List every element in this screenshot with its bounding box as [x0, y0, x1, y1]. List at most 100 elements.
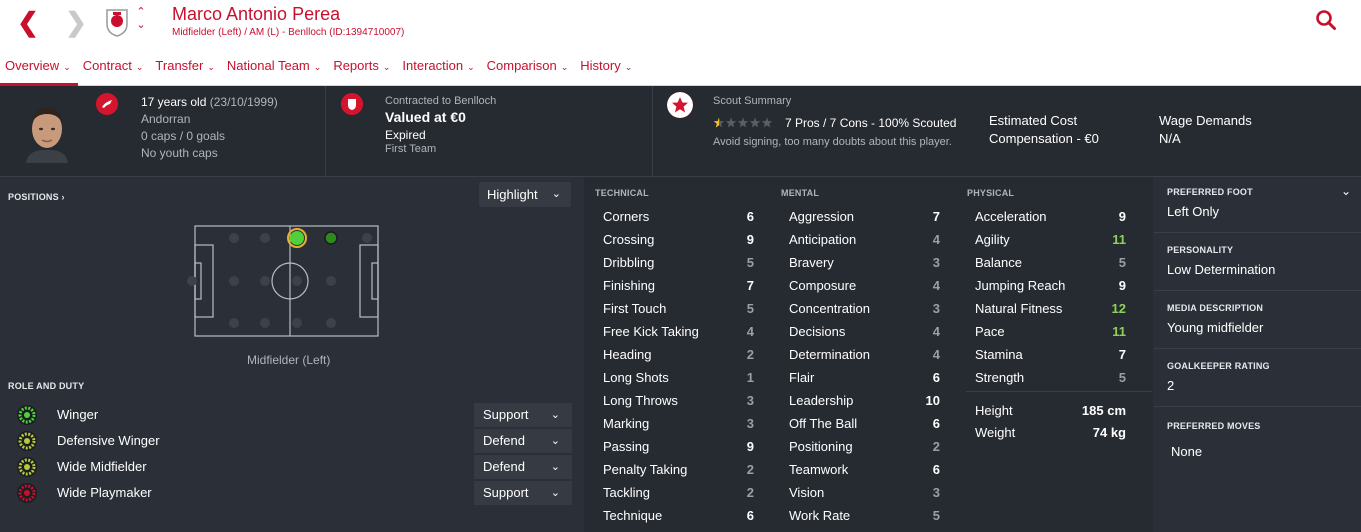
attribute-value: 6 — [932, 462, 940, 477]
attribute-row[interactable]: Acceleration 9 — [956, 205, 1134, 228]
attribute-name: Bravery — [789, 255, 834, 270]
chevron-down-icon: ⌄ — [550, 487, 560, 499]
attribute-row[interactable]: Pace 11 — [956, 320, 1134, 343]
attribute-value: 11 — [1112, 232, 1126, 247]
player-nationality[interactable]: Andorran — [141, 112, 190, 126]
attribute-name: Dribbling — [603, 255, 655, 270]
tab-transfer[interactable]: Transfer ⌄ — [150, 54, 221, 86]
tab-history[interactable]: History ⌄ — [575, 54, 639, 86]
search-icon[interactable] — [1315, 9, 1337, 31]
attribute-row[interactable]: Stamina 7 — [956, 343, 1134, 366]
chevron-down-icon: ⌄ — [207, 62, 215, 72]
positions-panel: POSITIONS › Highlight ⌄ Midfielder (Left… — [0, 177, 583, 532]
attribute-name: Composure — [789, 278, 857, 293]
attribute-row[interactable]: Bravery 3 — [770, 251, 948, 274]
contract-label[interactable]: Contracted to Benlloch — [385, 95, 496, 107]
attribute-name: Decisions — [789, 324, 846, 339]
attribute-row[interactable]: Leadership 10 — [770, 389, 948, 412]
attribute-row[interactable]: Agility 11 — [956, 228, 1134, 251]
attribute-row[interactable]: Natural Fitness 12 — [956, 297, 1134, 320]
accomplished-position-dot — [324, 231, 338, 245]
player-switch-icon[interactable]: ⌃ ⌄ — [134, 6, 148, 36]
attribute-row[interactable]: Flair 6 — [770, 366, 948, 389]
preferred-foot-value: Left Only — [1167, 204, 1220, 219]
attribute-name: Penalty Taking — [603, 462, 688, 477]
attributes-panel: TECHNICAL MENTAL PHYSICAL Height 185 cm … — [584, 177, 1153, 532]
attribute-row[interactable]: Vision 3 — [770, 481, 948, 504]
tab-national-team[interactable]: National Team ⌄ — [222, 54, 328, 86]
attribute-row[interactable]: Long Shots 1 — [584, 366, 762, 389]
attribute-value: 5 — [1118, 370, 1126, 385]
attribute-value: 3 — [746, 416, 754, 431]
attribute-row[interactable]: Technique 6 — [584, 504, 762, 527]
duty-dropdown[interactable]: Defend ⌄ — [474, 455, 572, 479]
duty-dropdown[interactable]: Support ⌄ — [474, 481, 572, 505]
tab-comparison[interactable]: Comparison ⌄ — [482, 54, 576, 86]
attribute-row[interactable]: Corners 6 — [584, 205, 762, 228]
attribute-value: 7 — [746, 278, 754, 293]
attribute-row[interactable]: Aggression 7 — [770, 205, 948, 228]
chevron-down-icon: ⌄ — [550, 461, 560, 473]
role-suitability-icon — [17, 405, 37, 425]
attribute-row[interactable]: Long Throws 3 — [584, 389, 762, 412]
attribute-row[interactable]: Balance 5 — [956, 251, 1134, 274]
duty-dropdown[interactable]: Support ⌄ — [474, 403, 572, 427]
mental-header: MENTAL — [781, 188, 820, 198]
attribute-row[interactable]: Penalty Taking 2 — [584, 458, 762, 481]
attribute-row[interactable]: Teamwork 6 — [770, 458, 948, 481]
divider — [325, 86, 326, 177]
attribute-value: 4 — [932, 278, 940, 293]
attribute-name: Acceleration — [975, 209, 1047, 224]
role-row[interactable]: Winger Support ⌄ — [14, 403, 574, 427]
chevron-down-icon[interactable]: ⌄ — [1341, 184, 1351, 198]
media-description-value: Young midfielder — [1167, 320, 1264, 335]
star-icon — [725, 117, 737, 128]
attribute-row[interactable]: Finishing 7 — [584, 274, 762, 297]
tab-reports[interactable]: Reports ⌄ — [328, 54, 397, 86]
attribute-value: 9 — [746, 232, 754, 247]
club-crest-icon[interactable] — [104, 7, 130, 37]
natural-position-dot — [290, 231, 304, 245]
attribute-row[interactable]: Off The Ball 6 — [770, 412, 948, 435]
attribute-row[interactable]: Positioning 2 — [770, 435, 948, 458]
attribute-name: Corners — [603, 209, 650, 224]
player-subtitle[interactable]: Midfielder (Left) / AM (L) - Benlloch (I… — [172, 27, 404, 38]
attribute-row[interactable]: Strength 5 — [956, 366, 1134, 389]
attribute-row[interactable]: Work Rate 5 — [770, 504, 948, 527]
role-row[interactable]: Defensive Winger Defend ⌄ — [14, 429, 574, 453]
attribute-value: 6 — [932, 370, 940, 385]
forward-icon[interactable]: ❯ — [62, 8, 90, 36]
attribute-row[interactable]: First Touch 5 — [584, 297, 762, 320]
attribute-row[interactable]: Passing 9 — [584, 435, 762, 458]
back-icon[interactable]: ❮ — [14, 8, 42, 36]
attribute-row[interactable]: Marking 3 — [584, 412, 762, 435]
role-name: Defensive Winger — [57, 433, 160, 448]
attribute-row[interactable]: Crossing 9 — [584, 228, 762, 251]
attribute-value: 2 — [746, 462, 754, 477]
role-row[interactable]: Wide Playmaker Support ⌄ — [14, 481, 574, 505]
attribute-value: 1 — [746, 370, 754, 385]
attribute-row[interactable]: Anticipation 4 — [770, 228, 948, 251]
duty-dropdown[interactable]: Defend ⌄ — [474, 429, 572, 453]
attribute-value: 3 — [932, 255, 940, 270]
attribute-row[interactable]: Heading 2 — [584, 343, 762, 366]
attribute-name: Flair — [789, 370, 815, 385]
highlight-dropdown[interactable]: Highlight ⌄ — [479, 182, 571, 207]
attribute-row[interactable]: Dribbling 5 — [584, 251, 762, 274]
attribute-value: 10 — [925, 393, 940, 408]
player-youth-caps: No youth caps — [141, 146, 218, 160]
attribute-row[interactable]: Composure 4 — [770, 274, 948, 297]
role-row[interactable]: Wide Midfielder Defend ⌄ — [14, 455, 574, 479]
attribute-row[interactable]: Decisions 4 — [770, 320, 948, 343]
attribute-row[interactable]: Jumping Reach 9 — [956, 274, 1134, 297]
height-row: Height 185 cm — [956, 399, 1134, 422]
attribute-row[interactable]: Free Kick Taking 4 — [584, 320, 762, 343]
attribute-row[interactable]: Tackling 2 — [584, 481, 762, 504]
tab-contract[interactable]: Contract ⌄ — [78, 54, 151, 86]
chevron-down-icon: ⌄ — [63, 62, 71, 72]
attribute-value: 12 — [1111, 301, 1126, 316]
attribute-row[interactable]: Determination 4 — [770, 343, 948, 366]
tab-overview[interactable]: Overview ⌄ — [0, 54, 78, 86]
tab-interaction[interactable]: Interaction ⌄ — [397, 54, 481, 86]
attribute-row[interactable]: Concentration 3 — [770, 297, 948, 320]
